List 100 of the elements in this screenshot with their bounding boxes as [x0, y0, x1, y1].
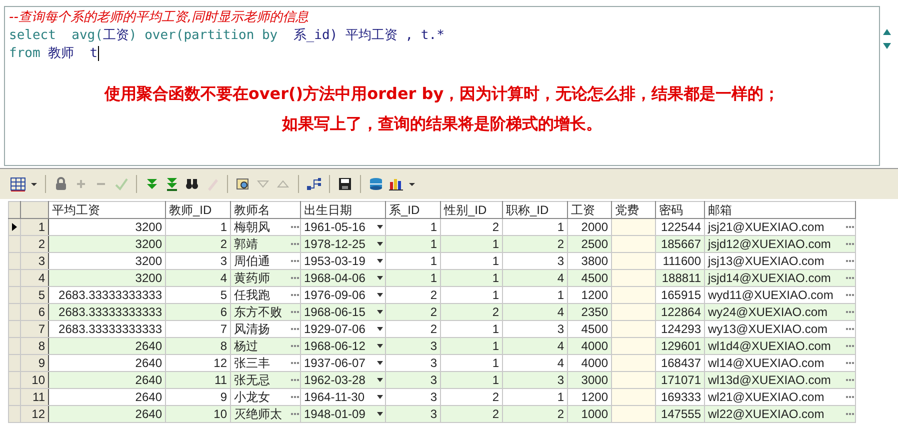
- ellipsis-button[interactable]: [291, 395, 299, 399]
- ellipsis-button[interactable]: [846, 259, 854, 263]
- table-cell: wyd11@XUEXIAO.com: [708, 288, 834, 302]
- table-cell: wl14@XUEXIAO.com: [708, 356, 824, 370]
- table-cell: jsjd14@XUEXIAO.com: [708, 270, 831, 286]
- table-cell: 灭绝师太: [234, 406, 282, 422]
- column-header[interactable]: 平均工资: [48, 202, 166, 218]
- scroll-down-icon[interactable]: [882, 42, 892, 50]
- column-header[interactable]: 教师_ID: [166, 202, 230, 218]
- table-cell: wl21@XUEXIAO.com: [708, 390, 824, 404]
- dropdown-icon[interactable]: [376, 309, 384, 315]
- column-header[interactable]: 教师名: [230, 202, 300, 218]
- table-cell: 1968-06-12: [304, 338, 366, 354]
- table-cell: wl22@XUEXIAO.com: [708, 406, 824, 422]
- table-cell: 1948-01-09: [304, 406, 366, 422]
- ellipsis-button[interactable]: [846, 395, 854, 399]
- ellipsis-button[interactable]: [291, 225, 299, 229]
- row-number: 5: [20, 286, 48, 304]
- sql-editor[interactable]: --查询每个系的老师的平均工资,同时显示老师的信息 select avg(工资) over(partition by 系_id) 平均工资 , t.* from 教师 t 使用聚合函数不要在over()方法中用order by，因为计算时，无论怎么排，结果都是一样的； 如果写上了，查询的结果将是阶梯式的增长。: [4, 6, 880, 166]
- dropdown-icon[interactable]: [376, 326, 384, 332]
- dropdown-icon[interactable]: [376, 241, 384, 247]
- sql-keyword: select avg(: [9, 28, 103, 43]
- table-cell: wl1d4@XUEXIAO.com: [708, 338, 831, 354]
- table-cell: 10: [166, 406, 230, 422]
- table-cell: 东方不败: [234, 304, 282, 320]
- ellipsis-button[interactable]: [846, 361, 854, 365]
- row-number: 11: [20, 388, 48, 406]
- table-cell: 1937-06-07: [304, 356, 366, 370]
- ellipsis-button[interactable]: [846, 242, 854, 246]
- database-icon[interactable]: [368, 176, 384, 192]
- lock-icon[interactable]: [53, 176, 69, 192]
- table-cell: jsj21@XUEXIAO.com: [708, 220, 824, 234]
- dropdown-icon[interactable]: [376, 377, 384, 383]
- ellipsis-button[interactable]: [291, 378, 299, 382]
- row-number: 9: [20, 354, 48, 372]
- grid-icon[interactable]: [10, 176, 26, 192]
- row-number: 12: [20, 406, 48, 422]
- dropdown-icon[interactable]: [376, 411, 384, 417]
- save-icon[interactable]: [337, 176, 353, 192]
- row-number: 4: [20, 270, 48, 286]
- table-cell: 郭靖: [234, 236, 258, 252]
- tree-icon[interactable]: [306, 176, 322, 192]
- ellipsis-button[interactable]: [291, 344, 299, 348]
- row-number: 7: [20, 320, 48, 338]
- table-cell: 张无忌: [234, 372, 270, 388]
- column-header[interactable]: 系_ID: [386, 202, 440, 218]
- dropdown-icon[interactable]: [376, 224, 384, 230]
- row-number: 1: [20, 218, 48, 236]
- column-header[interactable]: 工资: [568, 202, 612, 218]
- column-header[interactable]: 邮箱: [704, 202, 856, 218]
- dropdown-icon[interactable]: [376, 275, 384, 281]
- ellipsis-button[interactable]: [291, 259, 299, 263]
- table-cell: 1953-03-19: [304, 254, 366, 268]
- dropdown-icon[interactable]: [376, 292, 384, 298]
- ellipsis-button[interactable]: [291, 276, 299, 280]
- column-header[interactable]: 职称_ID: [502, 202, 568, 218]
- table-cell: 1964-11-30: [304, 390, 364, 404]
- ellipsis-button[interactable]: [291, 310, 299, 314]
- dropdown-icon[interactable]: [376, 360, 384, 366]
- ellipsis-button[interactable]: [846, 327, 854, 331]
- table-cell: 黄药师: [234, 270, 270, 286]
- table-cell: 2: [440, 406, 502, 422]
- scroll-up-icon[interactable]: [882, 28, 892, 36]
- sql-keyword: from: [9, 46, 42, 61]
- row-number: 6: [20, 304, 48, 320]
- table-cell: wy24@XUEXIAO.com: [708, 304, 828, 320]
- table-cell: jsjd12@XUEXIAO.com: [708, 236, 831, 252]
- sql-keyword: ) over(partition by: [128, 28, 279, 43]
- column-header[interactable]: 出生日期: [300, 202, 386, 218]
- arrow-to-bottom-icon[interactable]: [164, 176, 180, 192]
- bar-chart-icon[interactable]: [388, 176, 404, 192]
- dropdown-icon[interactable]: [376, 394, 384, 400]
- table-cell: jsj13@XUEXIAO.com: [708, 254, 824, 268]
- column-header[interactable]: 密码: [656, 202, 704, 218]
- dropdown-icon[interactable]: [376, 343, 384, 349]
- ellipsis-button[interactable]: [846, 293, 854, 297]
- table-cell: 1968-06-15: [304, 304, 366, 320]
- ellipsis-button[interactable]: [291, 412, 299, 416]
- ellipsis-button[interactable]: [291, 242, 299, 246]
- table-cell: 1976-09-06: [304, 288, 366, 302]
- table-cell: 1961-05-16: [304, 220, 366, 234]
- table-cell: 147555: [656, 406, 704, 422]
- ellipsis-button[interactable]: [291, 361, 299, 365]
- ellipsis-button[interactable]: [291, 293, 299, 297]
- column-header[interactable]: 性别_ID: [440, 202, 502, 218]
- row-number: 8: [20, 338, 48, 354]
- text-cursor: [98, 46, 99, 61]
- ellipsis-button[interactable]: [846, 310, 854, 314]
- table-cell: 1978-12-25: [304, 236, 366, 252]
- ellipsis-button[interactable]: [846, 276, 854, 280]
- ellipsis-button[interactable]: [846, 378, 854, 382]
- ellipsis-button[interactable]: [291, 327, 299, 331]
- sql-identifier: 教师 t: [48, 46, 98, 61]
- binoculars-icon[interactable]: [184, 176, 200, 192]
- table-cell: 风清扬: [234, 322, 270, 336]
- ellipsis-button[interactable]: [846, 412, 854, 416]
- dropdown-icon[interactable]: [376, 258, 384, 264]
- ellipsis-button[interactable]: [846, 344, 854, 348]
- column-header[interactable]: 党费: [612, 202, 656, 218]
- ellipsis-button[interactable]: [846, 225, 854, 229]
